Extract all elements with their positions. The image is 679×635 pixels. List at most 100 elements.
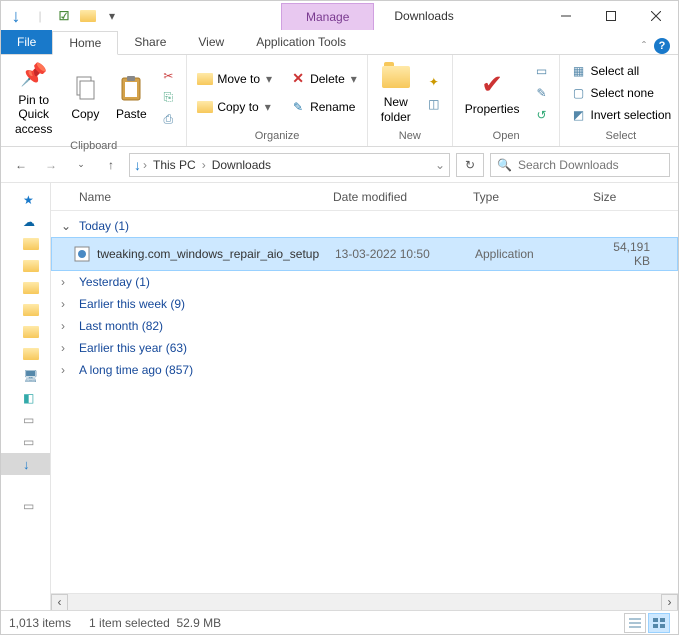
tab-file[interactable]: File bbox=[1, 30, 52, 54]
nav-folder-5[interactable] bbox=[1, 321, 50, 343]
group-this-week[interactable]: ›Earlier this week (9) bbox=[51, 293, 678, 315]
crumb-downloads[interactable]: Downloads bbox=[208, 156, 275, 174]
paste-icon bbox=[115, 73, 147, 105]
easy-access-button[interactable]: ◫ bbox=[422, 94, 446, 114]
select-all-button[interactable]: ▦Select all bbox=[566, 61, 675, 81]
view-thumbnails-button[interactable] bbox=[648, 613, 670, 633]
nav-this-pc[interactable]: 🖥 bbox=[1, 365, 50, 387]
copy-to-label: Copy to bbox=[217, 100, 258, 114]
search-input[interactable] bbox=[518, 158, 673, 172]
tab-share[interactable]: Share bbox=[118, 30, 182, 54]
delete-button[interactable]: ✕Delete▾ bbox=[286, 69, 361, 89]
close-button[interactable] bbox=[633, 1, 678, 31]
help-icon[interactable]: ? bbox=[654, 38, 670, 54]
tab-home[interactable]: Home bbox=[52, 31, 118, 55]
search-box[interactable]: 🔍 bbox=[490, 153, 670, 177]
properties-button[interactable]: ✔ Properties bbox=[459, 66, 526, 118]
breadcrumb-bar[interactable]: ↓ › This PC › Downloads ⌄ bbox=[129, 153, 450, 177]
file-row[interactable]: tweaking.com_windows_repair_aio_setup 13… bbox=[51, 237, 678, 271]
copy-button[interactable]: Copy bbox=[64, 71, 106, 123]
qat-separator: | bbox=[29, 5, 51, 27]
qat-new-folder-icon[interactable] bbox=[77, 5, 99, 27]
paste-button[interactable]: Paste bbox=[110, 71, 152, 123]
nav-item-b[interactable]: ▭ bbox=[1, 409, 50, 431]
nav-downloads[interactable]: ↓ bbox=[1, 453, 50, 475]
properties-label: Properties bbox=[465, 102, 520, 116]
recent-locations-button[interactable]: ⌄ bbox=[69, 153, 93, 177]
move-to-icon bbox=[197, 71, 213, 87]
nav-folder-1[interactable] bbox=[1, 233, 50, 255]
refresh-button[interactable]: ↻ bbox=[456, 153, 484, 177]
select-none-button[interactable]: ▢ Select none bbox=[566, 83, 675, 103]
crumb-this-pc[interactable]: This PC bbox=[149, 156, 200, 174]
nav-folder-3[interactable] bbox=[1, 277, 50, 299]
context-tab-manage[interactable]: Manage bbox=[281, 3, 374, 30]
view-details-button[interactable] bbox=[624, 613, 646, 633]
navigation-pane[interactable]: ★ ☁ 🖥 ◧ ▭ ▭ ↓ ▭ bbox=[1, 183, 51, 610]
nav-onedrive[interactable]: ☁ bbox=[1, 211, 50, 233]
qat-app-icon[interactable]: ↓ bbox=[5, 5, 27, 27]
new-folder-button[interactable]: New folder bbox=[374, 59, 418, 126]
nav-item-c[interactable]: ▭ bbox=[1, 431, 50, 453]
forward-button[interactable]: → bbox=[39, 153, 63, 177]
file-list[interactable]: ⌄Today (1) tweaking.com_windows_repair_a… bbox=[51, 211, 678, 593]
paste-shortcut-icon: ⎙ bbox=[160, 112, 176, 128]
copy-path-button[interactable]: ⎘ bbox=[156, 88, 180, 108]
history-button[interactable]: ↺ bbox=[529, 105, 553, 125]
file-type: Application bbox=[475, 247, 595, 261]
ribbon-group-select: ▦Select all ▢ Select none ◩Invert selecti… bbox=[560, 55, 679, 146]
up-button[interactable]: ↑ bbox=[99, 153, 123, 177]
group-label: Today (1) bbox=[79, 219, 129, 233]
scroll-right-button[interactable]: › bbox=[661, 594, 678, 611]
new-item-button[interactable]: ✦ bbox=[422, 72, 446, 92]
group-label: Earlier this year (63) bbox=[79, 341, 187, 355]
nav-item-a[interactable]: ◧ bbox=[1, 387, 50, 409]
copy-to-button[interactable]: Copy to▾ bbox=[193, 97, 276, 117]
delete-label: Delete bbox=[310, 72, 345, 86]
cut-button[interactable]: ✂ bbox=[156, 66, 180, 86]
pin-quick-access-button[interactable]: 📌 Pin to Quick access bbox=[7, 57, 60, 138]
chevron-right-icon[interactable]: › bbox=[143, 158, 147, 172]
nav-quick-access[interactable]: ★ bbox=[1, 189, 50, 211]
paste-shortcut-button[interactable]: ⎙ bbox=[156, 110, 180, 130]
col-header-size[interactable]: Size bbox=[593, 190, 678, 204]
edit-button[interactable]: ✎ bbox=[529, 83, 553, 103]
invert-selection-button[interactable]: ◩Invert selection bbox=[566, 105, 675, 125]
status-selection: 1 item selected 52.9 MB bbox=[89, 616, 221, 630]
nav-folder-6[interactable] bbox=[1, 343, 50, 365]
tab-view[interactable]: View bbox=[182, 30, 240, 54]
tab-application-tools[interactable]: Application Tools bbox=[240, 30, 362, 54]
ribbon-collapse-icon[interactable]: ˆ bbox=[642, 39, 646, 53]
chevron-down-icon[interactable]: ⌄ bbox=[435, 158, 445, 172]
nav-folder-2[interactable] bbox=[1, 255, 50, 277]
cut-icon: ✂ bbox=[160, 68, 176, 84]
group-today[interactable]: ⌄Today (1) bbox=[51, 215, 678, 237]
select-none-label: Select none bbox=[590, 86, 653, 100]
nav-folder-4[interactable] bbox=[1, 299, 50, 321]
open-button[interactable]: ▭ bbox=[529, 61, 553, 81]
open-icon: ▭ bbox=[533, 63, 549, 79]
chevron-right-icon[interactable]: › bbox=[202, 158, 206, 172]
col-header-type[interactable]: Type bbox=[473, 190, 593, 204]
horizontal-scrollbar[interactable]: ‹ › bbox=[51, 593, 678, 610]
move-to-button[interactable]: Move to▾ bbox=[193, 69, 276, 89]
group-yesterday[interactable]: ›Yesterday (1) bbox=[51, 271, 678, 293]
back-button[interactable]: ← bbox=[9, 153, 33, 177]
group-this-year[interactable]: ›Earlier this year (63) bbox=[51, 337, 678, 359]
group-last-month[interactable]: ›Last month (82) bbox=[51, 315, 678, 337]
col-header-name[interactable]: Name bbox=[73, 190, 333, 204]
select-none-icon: ▢ bbox=[570, 85, 586, 101]
nav-item-d[interactable]: ▭ bbox=[1, 495, 50, 517]
group-label: Yesterday (1) bbox=[79, 275, 150, 289]
group-long-ago[interactable]: ›A long time ago (857) bbox=[51, 359, 678, 381]
col-header-date[interactable]: Date modified bbox=[333, 190, 473, 204]
history-icon: ↺ bbox=[533, 107, 549, 123]
maximize-button[interactable] bbox=[588, 1, 633, 31]
status-bar: 1,013 items 1 item selected 52.9 MB bbox=[1, 610, 678, 634]
ribbon-group-organize: Move to▾ Copy to▾ ✕Delete▾ ✎Rename Organ… bbox=[187, 55, 367, 146]
qat-properties-icon[interactable]: ☑ bbox=[53, 5, 75, 27]
rename-button[interactable]: ✎Rename bbox=[286, 97, 361, 117]
scroll-left-button[interactable]: ‹ bbox=[51, 594, 68, 611]
qat-customize-icon[interactable]: ▾ bbox=[101, 5, 123, 27]
minimize-button[interactable] bbox=[543, 1, 588, 31]
